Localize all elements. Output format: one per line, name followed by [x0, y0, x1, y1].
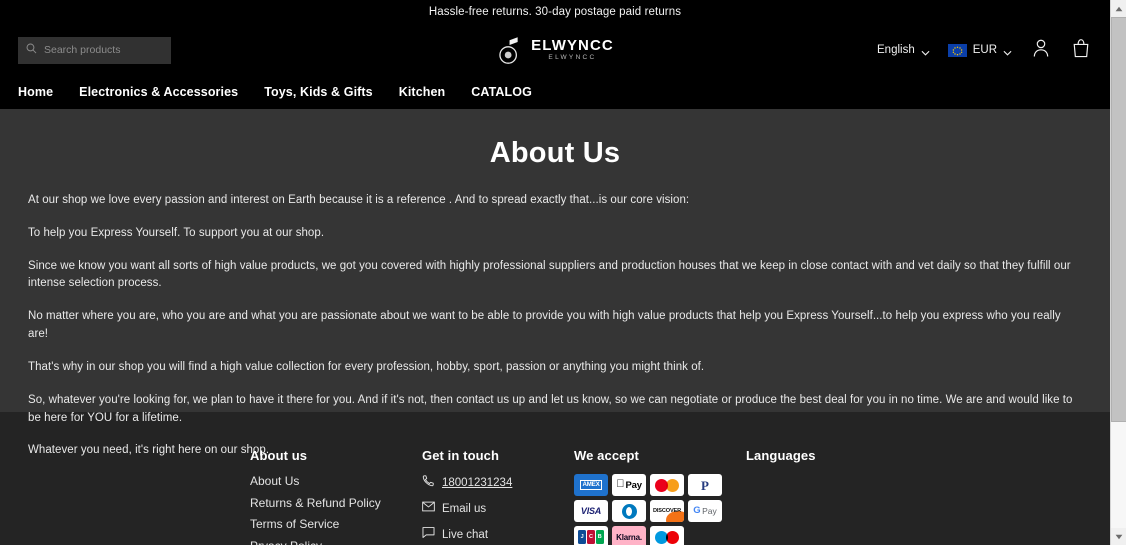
account-button[interactable]	[1030, 39, 1052, 61]
google-g-glyph: G	[693, 505, 701, 517]
visa-label: VISA	[580, 506, 602, 516]
brand-logo[interactable]: ELWYNCC ELWYNCC	[496, 34, 614, 66]
main-content: About Us At our shop we love every passi…	[0, 109, 1110, 456]
google-pay-label: Pay	[702, 506, 717, 516]
paypal-icon: P	[688, 474, 722, 496]
shopping-bag-icon	[1072, 38, 1090, 63]
diners-outer-circle	[621, 503, 637, 519]
browser-viewport: Hassle-free returns. 30-day postage paid…	[0, 0, 1126, 545]
paragraph: To help you Express Yourself. To support…	[28, 226, 325, 239]
scrollbar-thumb[interactable]	[1111, 17, 1126, 422]
chat-bubble-icon	[422, 526, 435, 544]
discover-icon: DISCOVER	[650, 500, 684, 522]
nav-item-toys-kids-gifts[interactable]: Toys, Kids & Gifts	[264, 85, 373, 99]
discover-label: DISCOVER	[652, 508, 682, 514]
language-selector-label: English	[877, 44, 915, 56]
storefront-page: Hassle-free returns. 30-day postage paid…	[0, 0, 1110, 545]
search-field-wrapper[interactable]	[18, 36, 171, 64]
paragraph: Since we know you want all sorts of high…	[28, 259, 1071, 290]
payment-methods-grid: AMEX  Pay P	[574, 474, 746, 545]
paragraph: No matter where you are, who you are and…	[28, 310, 1061, 341]
eu-flag-icon	[947, 43, 967, 57]
paragraph: At our shop we love every passion and in…	[28, 194, 690, 206]
brand-tagline: ELWYNCC	[548, 54, 597, 62]
footer-heading-get-in-touch: Get in touch	[422, 448, 500, 463]
jcb-green-bar: B	[595, 530, 604, 544]
footer-column-we-accept: We accept AMEX  Pay	[574, 448, 746, 545]
nav-item-home[interactable]: Home	[18, 85, 53, 99]
maestro-red-circle	[666, 530, 679, 544]
maestro-icon	[650, 526, 684, 545]
footer-heading-we-accept: We accept	[574, 448, 639, 463]
jcb-icon: J C B	[574, 526, 608, 545]
announcement-text: Hassle-free returns. 30-day postage paid…	[428, 6, 682, 18]
footer-heading-languages: Languages	[746, 448, 816, 463]
footer-link-returns-refund-policy[interactable]: Returns & Refund Policy	[250, 496, 422, 510]
apple-logo-glyph: 	[616, 479, 624, 490]
main-navigation: Home Electronics & Accessories Toys, Kid…	[0, 76, 1110, 109]
chevron-down-icon	[921, 47, 930, 56]
site-footer: About us About Us Returns & Refund Polic…	[0, 412, 1110, 545]
announcement-bar: Hassle-free returns. 30-day postage paid…	[0, 0, 1110, 24]
chevron-down-icon	[1003, 47, 1012, 56]
footer-link-about-us[interactable]: About Us	[250, 474, 422, 488]
currency-selector-label: EUR	[972, 44, 997, 56]
diners-inner-shape	[626, 506, 632, 516]
search-input[interactable]	[44, 44, 163, 56]
scroll-up-arrow-icon[interactable]	[1111, 0, 1126, 17]
footer-link-terms-of-service[interactable]: Terms of Service	[250, 517, 422, 531]
diners-club-icon	[612, 500, 646, 522]
footer-column-about: About us About Us Returns & Refund Polic…	[250, 448, 422, 545]
footer-email-row[interactable]: Email us	[422, 500, 574, 518]
amex-icon: AMEX	[574, 474, 608, 496]
currency-selector[interactable]: EUR	[947, 43, 1012, 57]
nav-item-electronics-accessories[interactable]: Electronics & Accessories	[79, 85, 238, 99]
envelope-icon	[422, 500, 435, 518]
footer-heading-about: About us	[250, 448, 308, 463]
footer-email-label: Email us	[442, 503, 487, 515]
footer-column-languages: Languages	[746, 448, 926, 545]
scrollbar-track[interactable]	[1111, 422, 1126, 528]
phone-icon	[422, 474, 435, 492]
cart-button[interactable]	[1070, 38, 1092, 63]
mastercard-yellow-circle	[666, 478, 679, 492]
amex-label: AMEX	[579, 479, 603, 491]
visa-icon: VISA	[574, 500, 608, 522]
header-actions: English EUR	[877, 38, 1092, 63]
scroll-down-arrow-icon[interactable]	[1111, 528, 1126, 545]
paypal-label: P	[701, 477, 709, 493]
jcb-blue-bar: J	[578, 530, 587, 544]
language-selector[interactable]: English	[877, 44, 930, 56]
jcb-red-bar: C	[587, 530, 595, 544]
footer-live-chat-row[interactable]: Live chat	[422, 526, 574, 544]
footer-live-chat-label: Live chat	[442, 529, 489, 541]
brand-name: ELWYNCC	[531, 37, 614, 55]
apple-pay-icon:  Pay	[612, 474, 646, 496]
user-account-icon	[1032, 38, 1050, 63]
vertical-scrollbar[interactable]	[1110, 0, 1126, 545]
mastercard-icon	[650, 474, 684, 496]
footer-phone-number: 18001231234	[442, 477, 513, 489]
klarna-icon: Klarna.	[612, 526, 646, 545]
site-header: ELWYNCC ELWYNCC English	[0, 24, 1110, 76]
footer-column-get-in-touch: Get in touch 18001231234 Email us Live c…	[422, 448, 574, 545]
page-title: About Us	[489, 137, 621, 169]
music-note-circle-logo-icon	[496, 34, 524, 66]
footer-phone-row[interactable]: 18001231234	[422, 474, 574, 492]
nav-item-catalog[interactable]: CATALOG	[471, 85, 532, 99]
apple-pay-label: Pay	[621, 479, 642, 491]
google-pay-icon: G Pay	[688, 500, 722, 522]
nav-item-kitchen[interactable]: Kitchen	[399, 85, 446, 99]
klarna-label: Klarna.	[616, 532, 642, 542]
footer-link-privacy-policy[interactable]: Prvacy Policy	[250, 539, 422, 545]
search-icon	[26, 41, 37, 59]
paragraph: That's why in our shop you will find a h…	[28, 360, 705, 373]
